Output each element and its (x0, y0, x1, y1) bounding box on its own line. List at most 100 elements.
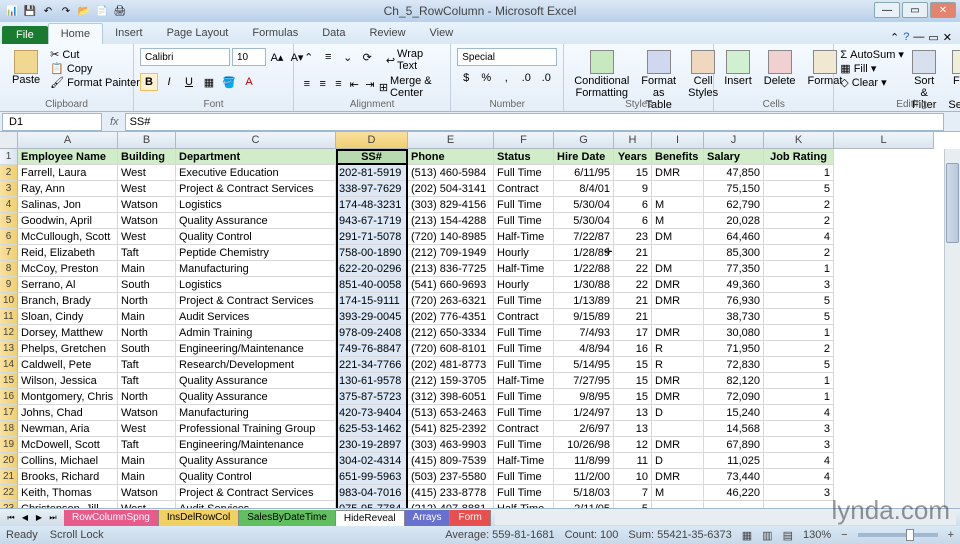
cell[interactable] (652, 421, 704, 437)
cell[interactable]: 13 (614, 405, 652, 421)
cell[interactable]: 10/26/98 (554, 437, 614, 453)
header-cell[interactable]: Phone (408, 149, 494, 165)
excel-icon[interactable]: 📊 (4, 3, 20, 19)
cell[interactable]: (303) 829-4156 (408, 197, 494, 213)
border-button[interactable]: ▦ (200, 73, 218, 91)
cell[interactable]: 6 (614, 213, 652, 229)
cell[interactable]: Logistics (176, 197, 336, 213)
cell[interactable]: (213) 836-7725 (408, 261, 494, 277)
cell[interactable]: 16 (614, 341, 652, 357)
cell[interactable]: (303) 463-9903 (408, 437, 494, 453)
cell[interactable]: M (652, 197, 704, 213)
cell[interactable]: Full Time (494, 197, 554, 213)
fill-color-button[interactable]: 🪣 (220, 73, 238, 91)
number-format-select[interactable]: Special (457, 48, 557, 66)
ribbon-tab-data[interactable]: Data (310, 23, 357, 44)
cell[interactable] (652, 245, 704, 261)
cell[interactable]: Quality Assurance (176, 213, 336, 229)
cell[interactable]: Contract (494, 181, 554, 197)
cell[interactable]: 14,568 (704, 421, 764, 437)
row-header-5[interactable]: 5 (0, 213, 18, 229)
header-cell[interactable]: Building (118, 149, 176, 165)
cell[interactable]: M (652, 213, 704, 229)
align-top-button[interactable]: ⌃ (300, 48, 318, 66)
header-cell[interactable]: Hire Date (554, 149, 614, 165)
cell[interactable]: West (118, 421, 176, 437)
file-tab[interactable]: File (2, 26, 48, 44)
cell[interactable]: 15 (614, 389, 652, 405)
cell[interactable]: Engineering/Maintenance (176, 437, 336, 453)
cell[interactable]: 2 (764, 197, 834, 213)
cell[interactable]: 22 (614, 261, 652, 277)
cell[interactable]: Sloan, Cindy (18, 309, 118, 325)
cell[interactable]: Half-Time (494, 373, 554, 389)
last-sheet-button[interactable]: ⏭ (46, 511, 60, 525)
align-bottom-button[interactable]: ⌄ (339, 48, 357, 66)
cell[interactable]: DMR (652, 165, 704, 181)
cell[interactable]: 71,950 (704, 341, 764, 357)
cell[interactable]: Manufacturing (176, 261, 336, 277)
cell[interactable]: 8/4/01 (554, 181, 614, 197)
cell[interactable]: 7/22/87 (554, 229, 614, 245)
cell[interactable]: McCoy, Preston (18, 261, 118, 277)
cell[interactable]: (720) 140-8985 (408, 229, 494, 245)
row-header-11[interactable]: 11 (0, 309, 18, 325)
cell[interactable]: 4 (764, 453, 834, 469)
cell[interactable]: (212) 709-1949 (408, 245, 494, 261)
cell[interactable]: Full Time (494, 437, 554, 453)
scroll-thumb[interactable] (946, 163, 959, 243)
cell[interactable]: Keith, Thomas (18, 485, 118, 501)
cell[interactable]: Christensen, Jill (18, 501, 118, 508)
cell[interactable]: Phelps, Gretchen (18, 341, 118, 357)
cell[interactable]: 15 (614, 373, 652, 389)
row-header-6[interactable]: 6 (0, 229, 18, 245)
cell[interactable] (652, 181, 704, 197)
row-header-3[interactable]: 3 (0, 181, 18, 197)
cell[interactable]: 4/8/94 (554, 341, 614, 357)
currency-button[interactable]: $ (457, 69, 475, 87)
cell[interactable]: North (118, 389, 176, 405)
cell[interactable]: Quality Control (176, 229, 336, 245)
cell[interactable]: Taft (118, 373, 176, 389)
cell[interactable]: 1/22/88 (554, 261, 614, 277)
cell[interactable]: Salinas, Jon (18, 197, 118, 213)
cell[interactable]: Branch, Brady (18, 293, 118, 309)
cell[interactable]: 851-40-0058 (336, 277, 408, 293)
row-header-21[interactable]: 21 (0, 469, 18, 485)
cell[interactable]: (415) 233-8778 (408, 485, 494, 501)
prev-sheet-button[interactable]: ◀ (18, 511, 32, 525)
cell[interactable]: 5/14/95 (554, 357, 614, 373)
cell[interactable]: Quality Assurance (176, 373, 336, 389)
cell[interactable]: Full Time (494, 165, 554, 181)
cell[interactable]: 5 (764, 309, 834, 325)
font-size-select[interactable]: 10 (232, 48, 266, 66)
cell[interactable]: 1 (764, 389, 834, 405)
cell[interactable]: DMR (652, 389, 704, 405)
undo-icon[interactable]: ↶ (40, 3, 56, 19)
format-painter-button[interactable]: 🖌Format Painter (50, 76, 140, 89)
cell[interactable]: 17 (614, 325, 652, 341)
cell[interactable]: D (652, 405, 704, 421)
cell[interactable]: 23 (614, 229, 652, 245)
cell[interactable]: 20,028 (704, 213, 764, 229)
wrap-text-button[interactable]: ↩Wrap Text (386, 48, 444, 72)
row-header-10[interactable]: 10 (0, 293, 18, 309)
header-cell[interactable]: Employee Name (18, 149, 118, 165)
col-header-A[interactable]: A (18, 132, 118, 149)
cell[interactable]: Half-Time (494, 501, 554, 508)
cell[interactable]: North (118, 293, 176, 309)
cell[interactable]: Contract (494, 309, 554, 325)
header-cell[interactable]: Status (494, 149, 554, 165)
col-header-E[interactable]: E (408, 132, 494, 149)
open-icon[interactable]: 📂 (76, 3, 92, 19)
row-header-15[interactable]: 15 (0, 373, 18, 389)
cell[interactable]: Full Time (494, 341, 554, 357)
cell[interactable]: 75,150 (704, 181, 764, 197)
cell[interactable]: 1/30/88 (554, 277, 614, 293)
cell[interactable]: 3 (764, 485, 834, 501)
font-name-select[interactable]: Calibri (140, 48, 230, 66)
cell[interactable]: Watson (118, 197, 176, 213)
cell[interactable]: 338-97-7629 (336, 181, 408, 197)
cell[interactable]: Quality Control (176, 469, 336, 485)
cell[interactable]: Main (118, 309, 176, 325)
